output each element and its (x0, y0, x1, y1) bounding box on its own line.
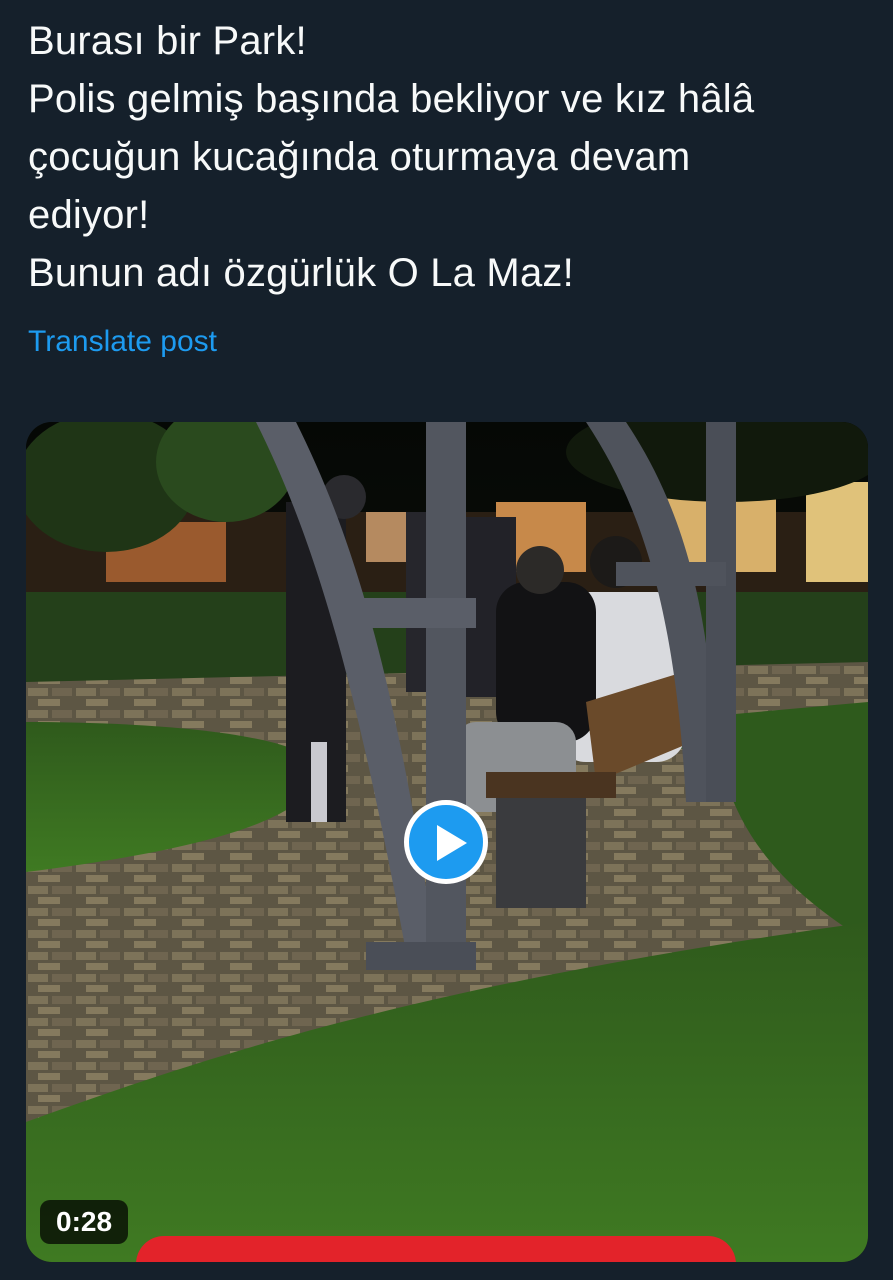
post-text-line: Burası bir Park! (28, 19, 307, 63)
play-button[interactable] (404, 800, 488, 884)
video-caption-banner (136, 1236, 736, 1262)
post-text-line: Polis gelmiş başında bekliyor ve kız hâl… (28, 77, 755, 121)
post-text: Burası bir Park! Polis gelmiş başında be… (28, 12, 868, 302)
post-text-line: Bunun adı özgürlük O La Maz! (28, 251, 574, 295)
video-duration-badge: 0:28 (40, 1200, 129, 1244)
translate-post-link[interactable]: Translate post (28, 322, 217, 362)
play-icon (437, 825, 467, 861)
post-text-line: ediyor! (28, 193, 150, 237)
post-text-line: çocuğun kucağında oturmaya devam (28, 135, 691, 179)
video-player[interactable]: 0:28 (26, 422, 868, 1262)
